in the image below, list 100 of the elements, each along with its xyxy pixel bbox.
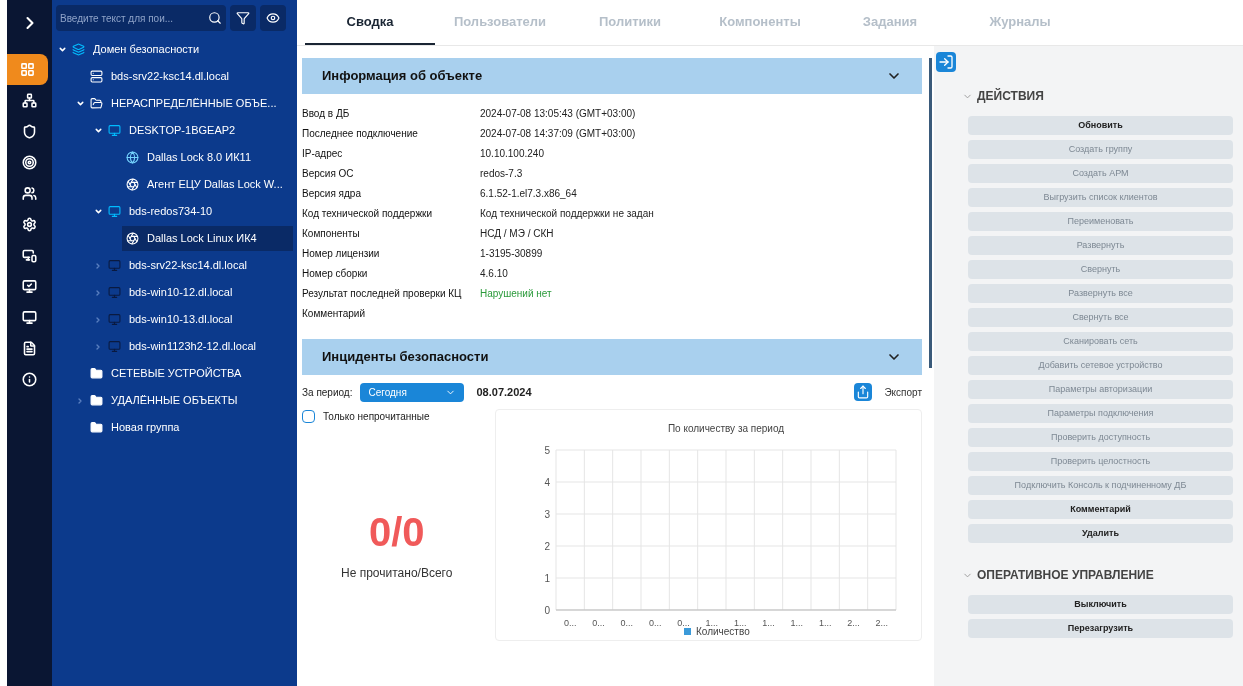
field-label: Код технической поддержки: [302, 206, 434, 221]
x-tick-label: 1...: [790, 618, 804, 628]
x-tick-label: 0...: [649, 618, 662, 628]
y-tick-label: 4: [544, 477, 551, 488]
y-tick-label: 2: [544, 541, 551, 552]
field-label: Версия ядра: [302, 186, 362, 201]
search-icon[interactable]: [208, 11, 222, 25]
field-label: Компоненты: [302, 226, 361, 241]
export-icon[interactable]: [854, 383, 873, 401]
field-value: Нарушений нет: [480, 286, 552, 301]
tab[interactable]: Сводка: [305, 0, 435, 45]
caret-icon[interactable]: [93, 126, 103, 135]
chart-title: По количеству за период: [668, 423, 785, 434]
field-value: 4.6.10: [480, 266, 508, 281]
y-tick-label: 3: [544, 509, 551, 520]
x-tick-label: 1...: [734, 618, 747, 628]
tree-item[interactable]: Домен безопасности: [68, 37, 204, 62]
action-button[interactable]: Комментарий: [968, 500, 1233, 519]
x-tick-label: 0...: [620, 618, 634, 628]
globe-icon: [126, 151, 139, 164]
tree-item[interactable]: bds-win1123h2-12.dl.local: [104, 334, 260, 359]
count-caption: Не прочитано/Всего: [341, 565, 453, 582]
field-label: Результат последней проверки КЦ: [302, 286, 463, 301]
monitor-icon: [108, 286, 121, 299]
folder-icon: [90, 367, 103, 380]
x-tick-label: 0...: [592, 618, 606, 628]
action-button[interactable]: Перезагрузить: [968, 619, 1233, 638]
field-value: НСД / МЭ / СКН: [480, 226, 554, 241]
field-value: 2024-07-08 13:05:43 (GMT+03:00): [480, 106, 636, 121]
field-label: Последнее подключение: [302, 126, 419, 141]
tree-item[interactable]: СЕТЕВЫЕ УСТРОЙСТВА: [86, 361, 246, 386]
tree-item[interactable]: bds-redos734-10: [104, 199, 217, 224]
checkbox-label: Только непрочитанные: [323, 410, 430, 424]
action-button[interactable]: Выключить: [968, 595, 1233, 614]
server-icon: [90, 70, 103, 83]
action-button[interactable]: Удалить: [968, 524, 1233, 543]
eye-icon: [266, 11, 280, 25]
y-tick-label: 5: [544, 445, 551, 456]
date-text: 08.07.2024: [476, 384, 532, 400]
y-tick-label: 0: [544, 605, 551, 616]
field-label: Номер сборки: [302, 266, 369, 281]
section-header[interactable]: Инциденты безопасности: [302, 339, 922, 375]
tree-item[interactable]: bds-srv22-ksc14.dl.local: [86, 64, 233, 89]
y-tick-label: 1: [544, 573, 551, 584]
x-tick-label: 1...: [705, 618, 719, 628]
incident-count: 0/0: [368, 512, 425, 552]
eye-button[interactable]: [260, 5, 286, 31]
monitor-icon: [108, 205, 121, 218]
x-tick-label: 0...: [677, 618, 691, 628]
x-tick-label: 2...: [875, 618, 889, 628]
grid-icon[interactable]: [7, 54, 48, 85]
field-value: 2024-07-08 14:37:09 (GMT+03:00): [480, 126, 636, 141]
legend-label: Количество: [696, 626, 751, 637]
field-label: Номер лицензии: [302, 246, 381, 261]
field-label: Комментарий: [302, 306, 366, 321]
panel-title: ДЕЙСТВИЯ: [977, 87, 1044, 105]
section-header[interactable]: Информация об объекте: [302, 58, 922, 94]
filter-icon: [236, 11, 250, 25]
tree-item[interactable]: DESKTOP-1BGEAP2: [104, 118, 240, 143]
panel-title: ОПЕРАТИВНОЕ УПРАВЛЕНИЕ: [977, 567, 1154, 584]
caret-icon[interactable]: [75, 99, 85, 108]
folder-icon: [90, 394, 103, 407]
field-label: Ввод в ДБ: [302, 106, 351, 121]
x-tick-label: 0...: [564, 618, 577, 628]
field-value: redos-7.3: [480, 166, 523, 181]
filter-button[interactable]: [230, 5, 256, 31]
field-value: 1-3195-30899: [480, 246, 543, 261]
collapse-panel-icon[interactable]: [936, 52, 956, 72]
tree-item[interactable]: Dallas Lock 8.0 ИК11: [122, 145, 255, 170]
tree-item[interactable]: Dallas Lock Linux ИК4: [122, 226, 293, 251]
layers-icon: [72, 43, 85, 56]
field-label: Версия ОС: [302, 166, 355, 181]
export-link[interactable]: Экспорт: [884, 384, 922, 400]
checkbox[interactable]: [302, 410, 315, 423]
tree-item[interactable]: bds-win10-12.dl.local: [104, 280, 237, 305]
x-tick-label: 2...: [847, 618, 861, 628]
tree-item[interactable]: Новая группа: [86, 415, 184, 440]
caret-icon[interactable]: [57, 45, 67, 54]
caret-icon[interactable]: [93, 207, 103, 216]
tree-item[interactable]: Агент ЕЦУ Dallas Lock W...: [122, 172, 287, 197]
field-label: IP-адрес: [302, 146, 344, 161]
tree-item[interactable]: УДАЛЁННЫЕ ОБЪЕКТЫ: [86, 388, 242, 413]
field-value: Код технической поддержки не задан: [480, 206, 654, 221]
tree-item[interactable]: bds-srv22-ksc14.dl.local: [104, 253, 251, 278]
monitor-icon: [108, 340, 121, 353]
period-dropdown[interactable]: Сегодня: [360, 382, 465, 402]
x-tick-label: 1...: [762, 618, 776, 628]
field-value: 10.10.100.240: [480, 146, 544, 161]
folder-icon: [90, 421, 103, 434]
tree-item[interactable]: bds-win10-13.dl.local: [104, 307, 237, 332]
field-value: 6.1.52-1.el7.3.x86_64: [480, 186, 577, 201]
period-label: За период:: [302, 385, 353, 400]
x-tick-label: 1...: [819, 618, 832, 628]
tree-item[interactable]: НЕРАСПРЕДЕЛЁННЫЕ ОБЪЕ...: [86, 91, 281, 116]
action-button[interactable]: Обновить: [968, 116, 1233, 135]
monitor-icon: [108, 313, 121, 326]
monitor-icon: [108, 124, 121, 137]
legend-swatch: [684, 628, 692, 635]
folder-icon: [90, 97, 103, 110]
monitor-icon: [108, 259, 121, 272]
